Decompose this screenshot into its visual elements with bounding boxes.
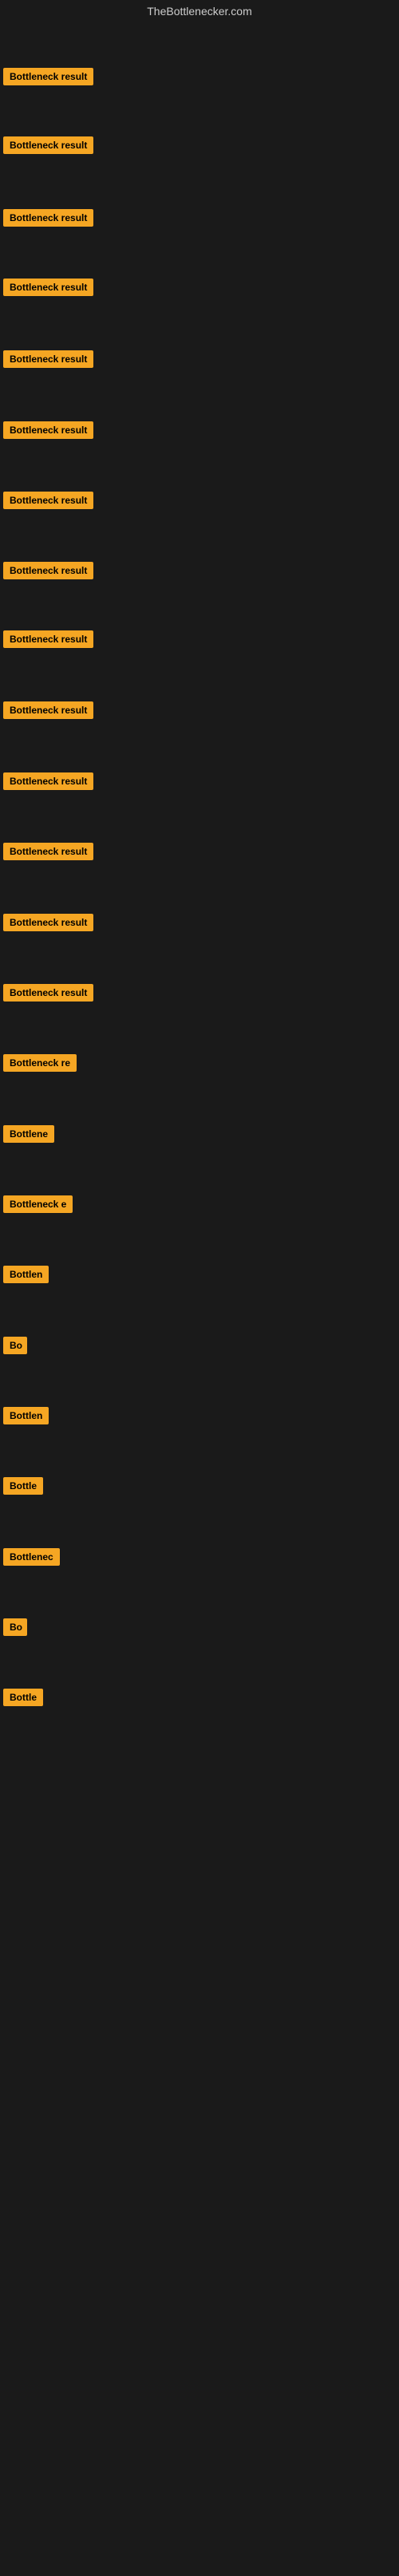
badge-wrapper-4: Bottleneck result [3, 279, 93, 300]
badge-wrapper-9: Bottleneck result [3, 630, 93, 652]
badge-wrapper-3: Bottleneck result [3, 209, 93, 231]
bottleneck-badge-2[interactable]: Bottleneck result [3, 136, 93, 154]
badge-wrapper-23: Bo [3, 1618, 27, 1640]
badge-wrapper-11: Bottleneck result [3, 772, 93, 794]
bottleneck-badge-21[interactable]: Bottle [3, 1477, 43, 1495]
bottleneck-badge-17[interactable]: Bottleneck e [3, 1195, 73, 1213]
bottleneck-badge-20[interactable]: Bottlen [3, 1407, 49, 1424]
bottleneck-badge-7[interactable]: Bottleneck result [3, 492, 93, 509]
bottleneck-badge-13[interactable]: Bottleneck result [3, 914, 93, 931]
bottleneck-badge-18[interactable]: Bottlen [3, 1266, 49, 1283]
badge-wrapper-10: Bottleneck result [3, 701, 93, 723]
bottleneck-badge-11[interactable]: Bottleneck result [3, 772, 93, 790]
badge-wrapper-8: Bottleneck result [3, 562, 93, 583]
badge-wrapper-21: Bottle [3, 1477, 43, 1499]
badge-wrapper-18: Bottlen [3, 1266, 49, 1287]
bottleneck-badge-8[interactable]: Bottleneck result [3, 562, 93, 579]
bottleneck-badge-1[interactable]: Bottleneck result [3, 68, 93, 85]
bottleneck-badge-4[interactable]: Bottleneck result [3, 279, 93, 296]
bottleneck-badge-6[interactable]: Bottleneck result [3, 421, 93, 439]
bottleneck-badge-23[interactable]: Bo [3, 1618, 27, 1636]
badge-wrapper-24: Bottle [3, 1689, 43, 1710]
bottleneck-badge-14[interactable]: Bottleneck result [3, 984, 93, 1002]
badge-wrapper-14: Bottleneck result [3, 984, 93, 1006]
bottleneck-badge-5[interactable]: Bottleneck result [3, 350, 93, 368]
badge-wrapper-15: Bottleneck re [3, 1054, 77, 1076]
badge-wrapper-17: Bottleneck e [3, 1195, 73, 1217]
badge-wrapper-22: Bottlenec [3, 1548, 60, 1570]
bottleneck-badge-22[interactable]: Bottlenec [3, 1548, 60, 1566]
bottleneck-badge-10[interactable]: Bottleneck result [3, 701, 93, 719]
bottleneck-badge-12[interactable]: Bottleneck result [3, 843, 93, 860]
badge-wrapper-20: Bottlen [3, 1407, 49, 1428]
badge-wrapper-12: Bottleneck result [3, 843, 93, 864]
bottleneck-badge-3[interactable]: Bottleneck result [3, 209, 93, 227]
bottleneck-badge-9[interactable]: Bottleneck result [3, 630, 93, 648]
badge-wrapper-7: Bottleneck result [3, 492, 93, 513]
badge-wrapper-2: Bottleneck result [3, 136, 93, 158]
badge-wrapper-5: Bottleneck result [3, 350, 93, 372]
bottleneck-badge-16[interactable]: Bottlene [3, 1125, 54, 1143]
bottleneck-badge-19[interactable]: Bo [3, 1337, 27, 1354]
badges-container: Bottleneck result Bottleneck result Bottle… [0, 22, 399, 2576]
badge-wrapper-1: Bottleneck result [3, 68, 93, 89]
badge-wrapper-6: Bottleneck result [3, 421, 93, 443]
site-title: TheBottlenecker.com [0, 0, 399, 22]
badge-wrapper-19: Bo [3, 1337, 27, 1358]
badge-wrapper-16: Bottlene [3, 1125, 54, 1147]
badge-wrapper-13: Bottleneck result [3, 914, 93, 935]
bottleneck-badge-24[interactable]: Bottle [3, 1689, 43, 1706]
bottleneck-badge-15[interactable]: Bottleneck re [3, 1054, 77, 1072]
